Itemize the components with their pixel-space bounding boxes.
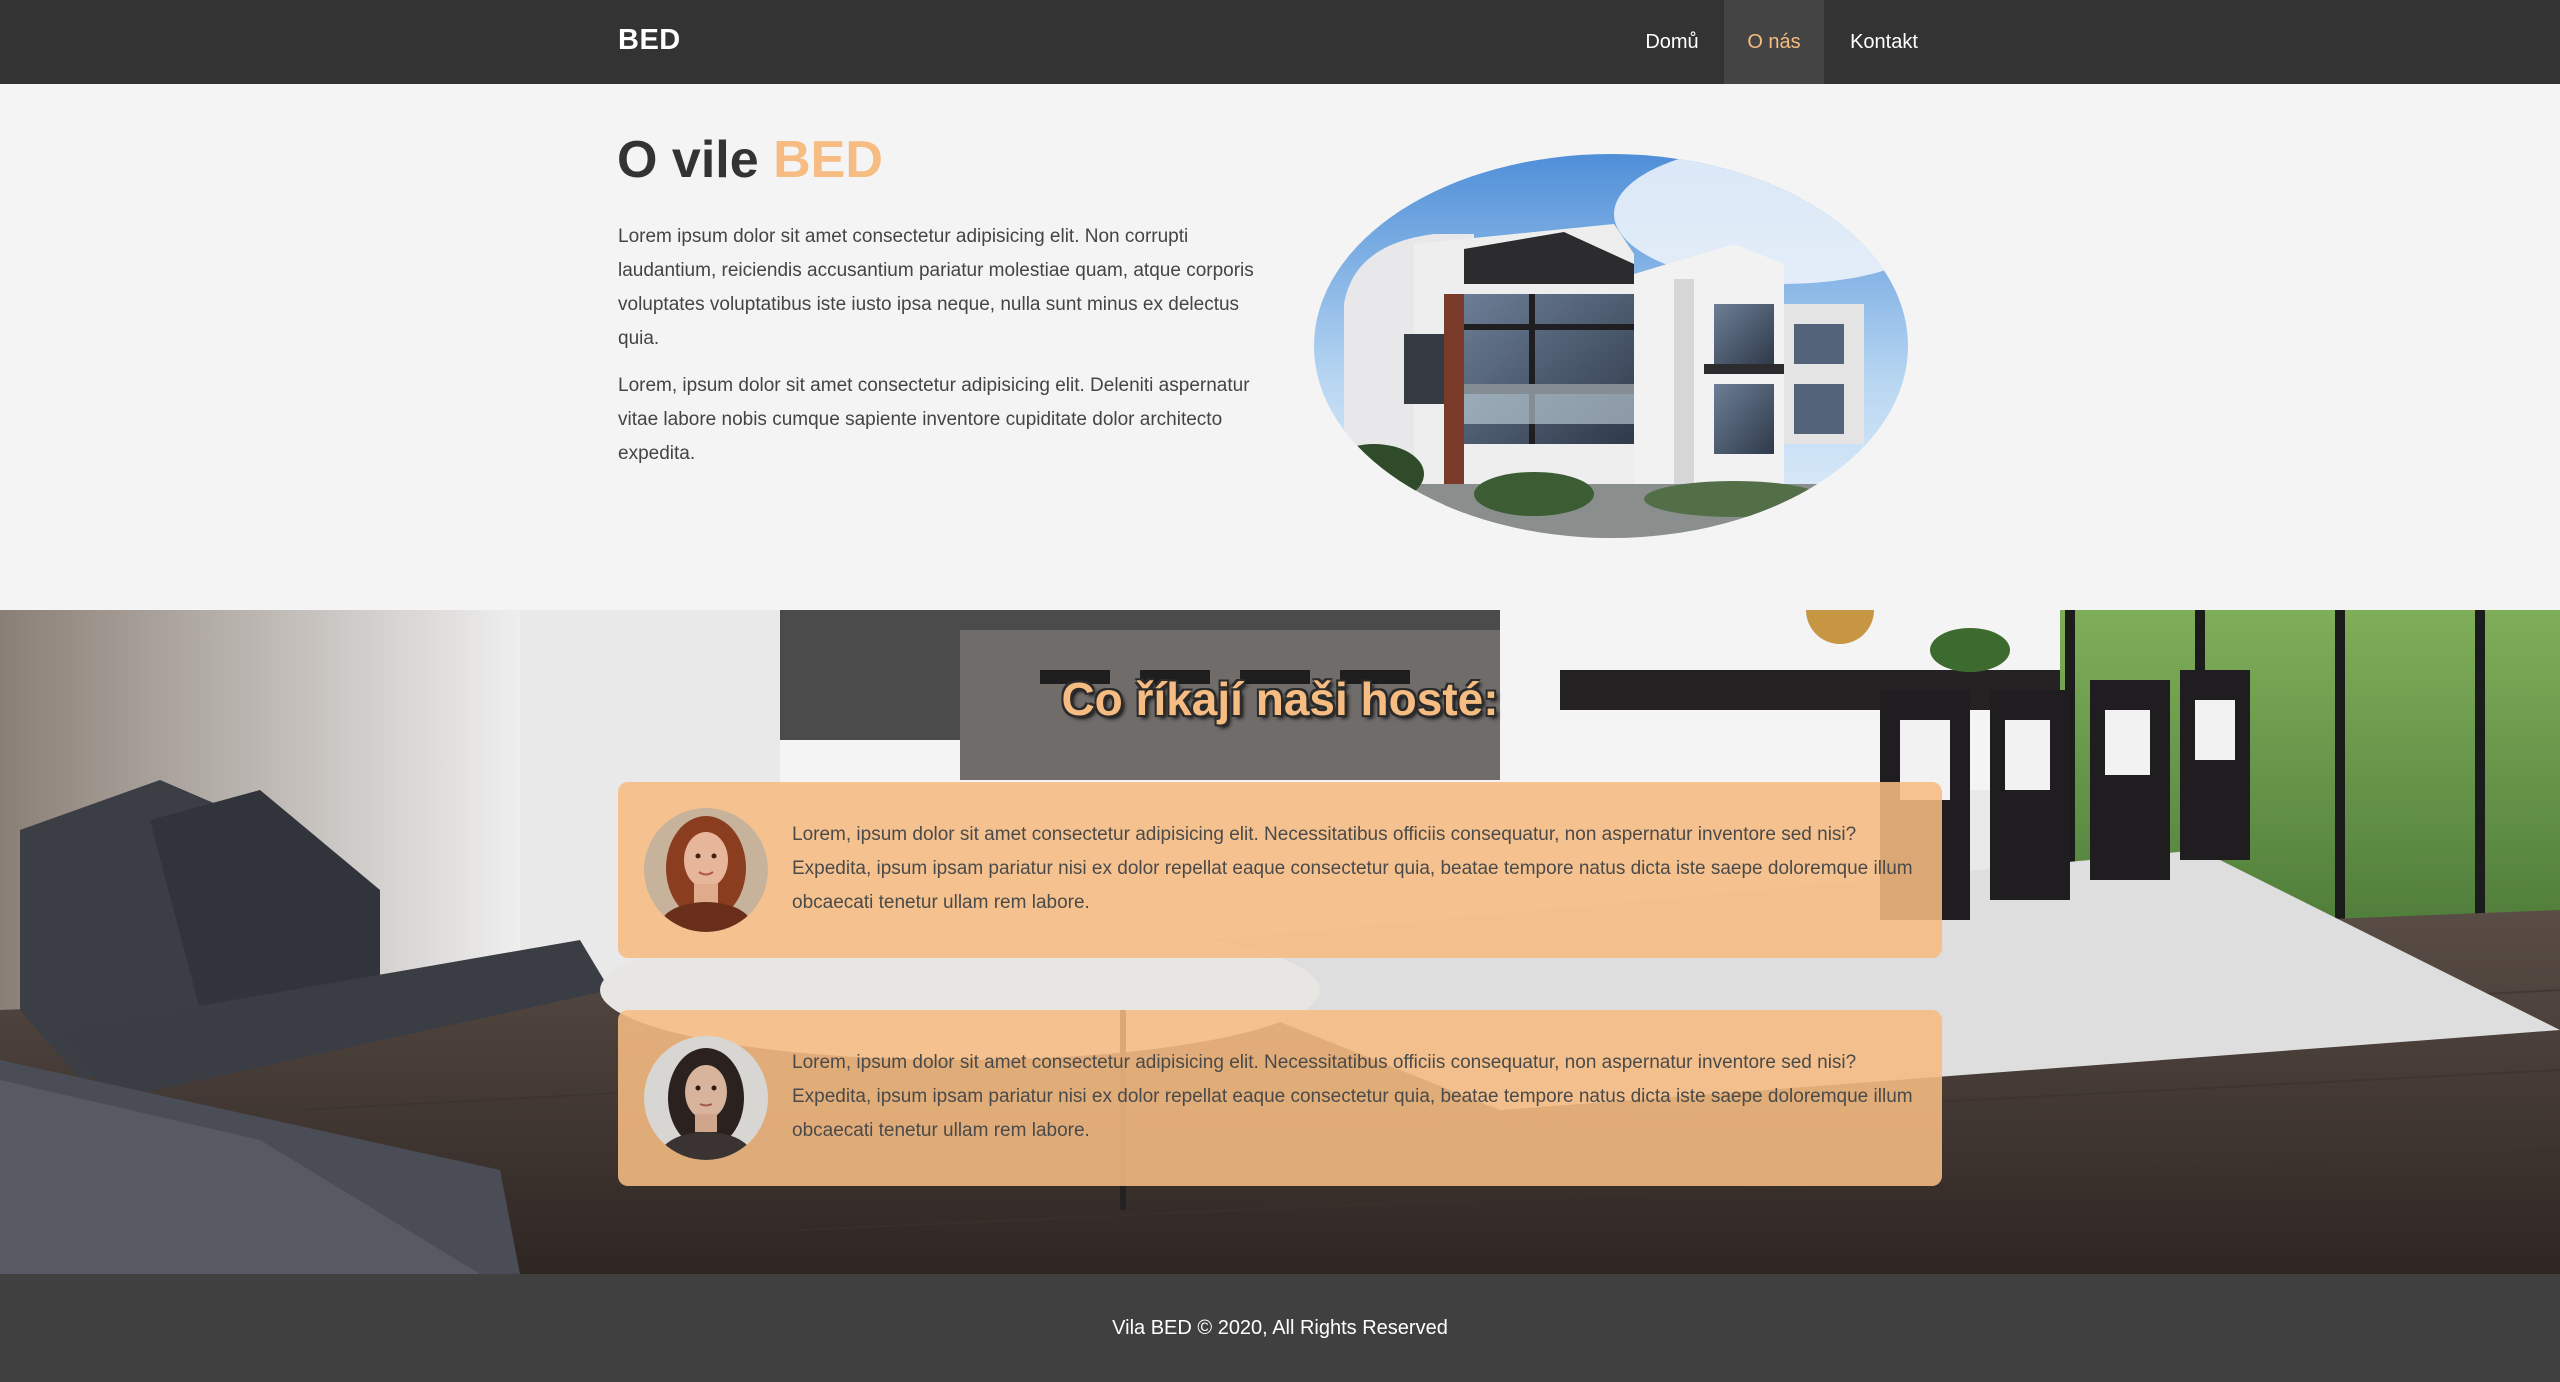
about-text: Lorem ipsum dolor sit amet consectetur a…: [618, 220, 1278, 484]
villa-image: [1314, 154, 1908, 538]
about-title-prefix: O vile: [617, 131, 759, 189]
guest-avatar-2: [644, 1036, 768, 1160]
brand-logo[interactable]: BED: [618, 24, 681, 57]
nav-link-home[interactable]: Domů: [1620, 0, 1724, 84]
testimonial-card: Lorem, ipsum dolor sit amet consectetur …: [618, 1010, 1942, 1186]
about-title: O vile BED: [617, 124, 883, 196]
about-paragraph-1: Lorem ipsum dolor sit amet consectetur a…: [618, 226, 1254, 349]
about-section: O vile BED Lorem ipsum dolor sit amet co…: [0, 84, 2560, 610]
testimonial-text: Lorem, ipsum dolor sit amet consectetur …: [792, 824, 1913, 913]
footer: Vila BED © 2020, All Rights Reserved: [0, 1274, 2560, 1382]
testimonials-section: Co říkají naši hosté: Lorem, ipsum dolor…: [0, 610, 2560, 1274]
nav-link-about[interactable]: O nás: [1724, 0, 1824, 84]
testimonial-text: Lorem, ipsum dolor sit amet consectetur …: [792, 1052, 1913, 1141]
navbar: BED Domů O nás Kontakt: [0, 0, 2560, 84]
footer-copyright: Vila BED © 2020, All Rights Reserved: [1112, 1317, 1448, 1339]
about-paragraph-2: Lorem, ipsum dolor sit amet consectetur …: [618, 375, 1250, 464]
guest-avatar-1: [644, 808, 768, 932]
testimonial-card: Lorem, ipsum dolor sit amet consectetur …: [618, 782, 1942, 958]
about-title-accent: BED: [773, 131, 883, 189]
nav-link-contact[interactable]: Kontakt: [1824, 0, 1944, 84]
testimonials-heading: Co říkají naši hosté:: [1061, 673, 1499, 725]
